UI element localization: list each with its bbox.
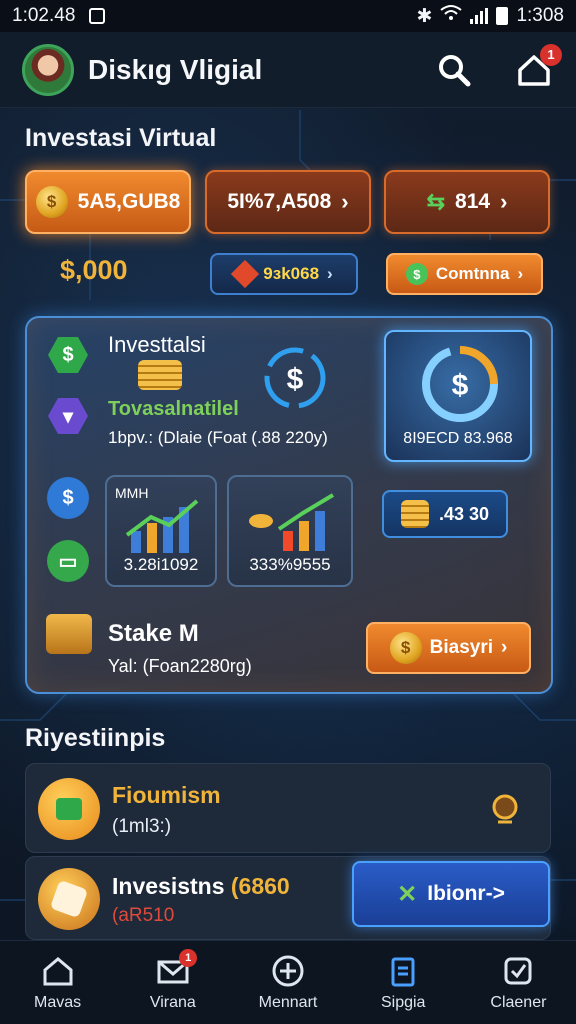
status-bar: 1:02.48 ✱ 1:308 xyxy=(0,0,576,32)
battery-icon xyxy=(496,7,509,25)
section-title-list: Riyestiinpis xyxy=(25,724,166,752)
leaf-icon xyxy=(38,778,100,840)
chart-card-2[interactable]: 333%9555 xyxy=(227,475,353,587)
chart-card-1[interactable]: MMH 3.28i1092 xyxy=(105,475,217,587)
nav-item-messages[interactable]: 1 Virana xyxy=(115,941,230,1024)
mid-pill-button[interactable]: 9ɜk068 › xyxy=(210,253,358,295)
avatar[interactable] xyxy=(22,43,74,96)
list-item-sub: (1ml3:) xyxy=(112,816,172,837)
stake-detail: Yal: (Foan2280rg) xyxy=(108,656,252,676)
top-button-1-label: 5A5,GUB8 xyxy=(77,190,181,213)
chart-card-1-value: 3.28i1092 xyxy=(123,555,199,574)
list-item[interactable]: Fioumism (1ml3:) xyxy=(25,763,551,853)
search-button[interactable] xyxy=(434,50,474,90)
badge-icon xyxy=(38,868,100,930)
percent-pill[interactable]: .43 30 xyxy=(382,490,508,538)
balance-value: $,000 xyxy=(60,255,128,285)
search-icon xyxy=(439,54,471,86)
transfer-icon: ⇆ xyxy=(426,189,446,214)
notification-badge: 1 xyxy=(540,43,562,66)
percent-pill-label: .43 30 xyxy=(438,503,490,524)
panel-subtitle: Tovasalnatilel xyxy=(108,398,239,420)
nav-label: Sipgia xyxy=(380,993,426,1011)
app-header: Diskıg Vligial 1 xyxy=(0,32,576,108)
coin-stack-icon xyxy=(400,500,429,528)
chart-card-2-value: 333%9555 xyxy=(249,555,331,574)
panel-detail: 1bpv.: (Dlaie (Foat (.88 220y) xyxy=(108,428,328,447)
mid-pill-label: 9ɜk068 xyxy=(263,264,320,283)
top-button-2-label: 5I%7,A508 xyxy=(227,190,332,213)
stake-title: Stake M xyxy=(108,620,199,647)
home-notification-button[interactable]: 1 xyxy=(514,43,562,90)
stake-button-label: Biasyri xyxy=(429,637,494,658)
bell-icon[interactable] xyxy=(488,792,522,826)
signal-icon xyxy=(470,8,489,24)
gauge-icon: $ xyxy=(422,346,498,422)
home-icon xyxy=(43,956,73,985)
list-item-action-button[interactable]: ✕ Ibionr-> xyxy=(352,861,550,927)
gem-icon xyxy=(231,259,260,289)
nav-label: Mavas xyxy=(34,993,82,1011)
section-title-investasi: Investasi Virtual xyxy=(25,124,217,152)
nav-item-home[interactable]: Mavas xyxy=(0,941,115,1024)
nav-label: Claener xyxy=(490,993,547,1011)
stake-button[interactable]: $ Biasyri › xyxy=(366,622,531,674)
continue-label: Comtnna xyxy=(435,264,510,283)
clipboard-icon xyxy=(391,957,415,986)
top-button-2[interactable]: 5I%7,A508 › xyxy=(205,170,371,234)
gauge-value: 8I9ECD 83.968 xyxy=(403,430,513,447)
nav-label: Mennart xyxy=(258,993,318,1011)
list-item-title-accent: (6860 xyxy=(230,873,290,899)
nav-item-tasks[interactable]: Claener xyxy=(461,941,576,1024)
growth-chart-icon xyxy=(249,493,335,551)
list-item-action-label: Ibionr-> xyxy=(427,882,505,905)
status-time: 1:02.48 xyxy=(12,5,76,26)
nav-label: Virana xyxy=(149,993,196,1011)
coin-icon: $ xyxy=(35,186,68,218)
treasure-chest-icon xyxy=(46,614,92,654)
chevron-right-icon: › xyxy=(327,264,333,283)
plus-circle-icon xyxy=(272,955,304,986)
continue-button[interactable]: $ Comtnna › xyxy=(386,253,543,295)
dollar-icon: $ xyxy=(405,263,428,285)
list-item-sub: (aR510 xyxy=(112,905,175,926)
coin-icon: $ xyxy=(389,632,422,664)
list-item[interactable]: Invesistns (6860 (aR510 ✕ Ibionr-> xyxy=(25,856,551,940)
dollar-circle-icon: $ xyxy=(47,477,89,519)
nav-badge: 1 xyxy=(179,949,198,967)
wifi-icon xyxy=(440,4,463,28)
svg-text:$: $ xyxy=(452,369,469,402)
wallet-icon: ▭ xyxy=(47,540,89,582)
list-item-title: Fioumism xyxy=(112,782,221,808)
dollar-ring-icon: $ xyxy=(264,347,326,409)
chevron-right-icon: › xyxy=(517,264,524,283)
gauge-card[interactable]: $ 8I9ECD 83.968 xyxy=(384,330,532,462)
list-item-title-main: Invesistns xyxy=(112,873,225,899)
chevron-right-icon: › xyxy=(341,189,349,214)
checkbox-icon xyxy=(504,957,532,984)
nav-item-add[interactable]: Mennart xyxy=(230,941,345,1024)
chevron-right-icon: › xyxy=(501,637,508,658)
coin-stack-icon xyxy=(138,360,182,390)
status-time-right: 1:308 xyxy=(516,5,564,26)
bottom-nav: Mavas 1 Virana Mennart Sipgia Claener xyxy=(0,940,576,1024)
nav-item-docs[interactable]: Sipgia xyxy=(346,941,461,1024)
panel-title: Investtalsi xyxy=(108,332,206,357)
svg-text:$: $ xyxy=(287,363,304,396)
bluetooth-icon: ✱ xyxy=(416,5,433,27)
top-button-3-label: 814 xyxy=(455,190,491,213)
bar-chart-icon xyxy=(125,499,199,553)
cross-arrows-icon: ✕ xyxy=(397,880,418,908)
top-button-3[interactable]: ⇆ 814 › xyxy=(384,170,550,234)
app-title: Diskıg Vligial xyxy=(88,53,263,85)
notification-icon xyxy=(89,8,106,24)
list-item-title: Invesistns (6860 xyxy=(112,873,290,900)
top-button-1[interactable]: $ 5A5,GUB8 xyxy=(25,170,191,234)
chevron-right-icon: › xyxy=(500,189,508,214)
